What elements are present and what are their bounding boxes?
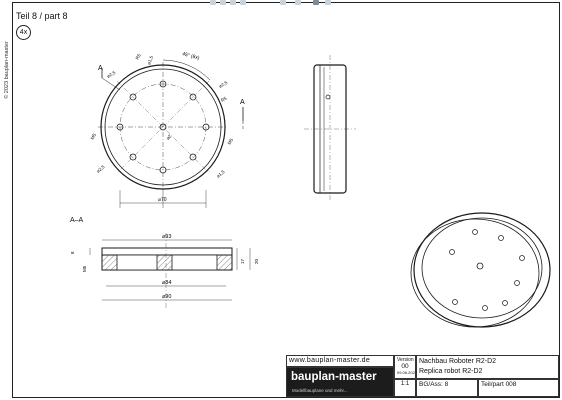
side-hole [325,94,331,100]
part-cell: Teil/part 008 [478,379,559,397]
dim-top: ⌀93 [162,234,171,240]
front-view: A 45° (8x) ⌀2,5 ⌀1,5 ⌀2,5 ⌀2,5 ⌀1,5 R5 R… [90,51,235,208]
viewer-toolbar [210,0,335,6]
iso-hole [502,300,508,306]
iso-hole [519,255,525,261]
part-title: Teil 8 / part 8 [16,11,68,21]
copyright-text: © 2023 bauplan-master [4,41,10,99]
dim-mid: ⌀84 [162,280,171,286]
tool-icon[interactable] [230,0,236,5]
tool-icon[interactable] [295,0,301,5]
dim-hole-top: ⌀1,5 [146,55,154,66]
name-en: Replica robot R2-D2 [419,368,483,375]
version-cell: Version 00 09.06.2023 [394,355,416,379]
website-link[interactable]: www.bauplan-master.de [286,355,394,367]
scale-cell: 1:1 [394,379,416,397]
tool-icon[interactable] [325,0,331,5]
brand-tagline: Modellbauplane und mehr... [292,388,348,393]
iso-hole [472,229,478,235]
assembly-cell: BG/Ass: 8 [416,379,478,397]
drawing-name: Nachbau Roboter R2-D2 Replica robot R2-D… [416,355,559,379]
quantity-badge: 4x [16,25,31,40]
dim-center: ⌀2 [165,133,173,141]
svg-text:A: A [240,99,245,106]
name-de: Nachbau Roboter R2-D2 [419,358,497,365]
dim-r-inner-top: R5 [135,53,142,61]
section-view: ⌀93 ⌀84 ⌀90 8 M5 17 20 [70,233,259,308]
isometric-view [410,212,551,328]
version-number: 00 [401,363,409,370]
tool-icon[interactable] [240,0,246,5]
tool-icon[interactable] [313,0,319,5]
dim-bottom: ⌀90 [162,294,171,300]
version-date: 09.06.2023 [397,370,416,375]
brand-name: bauplan-master [291,371,377,383]
iso-hole [476,262,484,270]
dim-r-outer: R5 [220,95,228,102]
dim-hole-right-top: ⌀2,5 [218,80,229,89]
title-block: www.bauplan-master.de bauplan-master Mod… [286,355,559,397]
dim-bottom: ⌀70 [158,197,167,203]
dim-hole-right-bottom: ⌀1,5 [215,169,225,179]
tool-icon[interactable] [220,0,226,5]
dim-hole-left: ⌀2,5 [106,70,117,79]
dim-hole-left-bottom: ⌀2,5 [95,164,105,174]
dim-h2: M5 [82,265,87,272]
iso-hole [514,280,520,286]
iso-hole [498,235,504,241]
dim-pitch: 45° (8x) [181,51,200,61]
dim-r-right: M5 [227,137,235,145]
tool-icon[interactable] [280,0,286,5]
section-marker: A [98,65,103,72]
side-view [304,55,356,200]
tool-icon[interactable] [210,0,216,5]
dim-h3: 17 [240,258,245,264]
iso-hole [449,249,455,255]
iso-hole [452,299,458,305]
section-title: A–A [70,217,84,224]
section-arrow: A [240,99,245,129]
iso-hole [482,305,488,311]
drawing-sheet: Teil 8 / part 8 4x © 2023 bauplan-master… [0,0,562,400]
brand-logo: bauplan-master Modellbauplane und mehr..… [286,367,394,397]
dim-h1: 8 [70,251,75,254]
dim-h4: 20 [254,258,259,264]
dim-r-left: M5 [90,132,97,140]
